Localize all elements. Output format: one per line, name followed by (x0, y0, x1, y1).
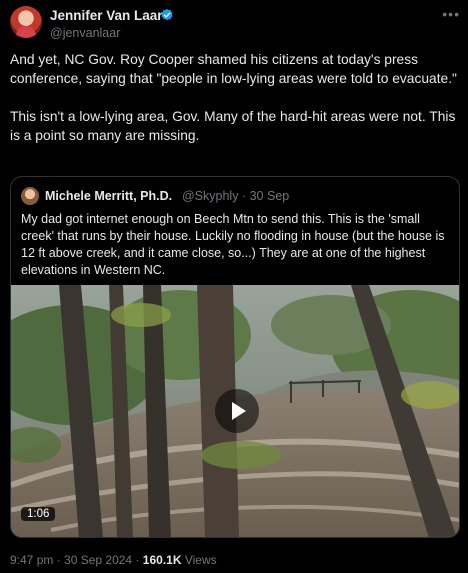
quoted-author-handle: @Skyphly (182, 189, 239, 203)
views-count: 160.1K (142, 553, 182, 567)
tweet-paragraph: And yet, NC Gov. Roy Cooper shamed his c… (10, 52, 457, 86)
video-duration: 1:06 (21, 507, 56, 521)
post-time[interactable]: 9:47 pm (10, 553, 53, 567)
post-date[interactable]: 30 Sep 2024 (64, 553, 132, 567)
quoted-video[interactable]: 1:06 (11, 285, 459, 537)
tweet-paragraph: This isn't a low-lying area, Gov. Many o… (10, 109, 456, 143)
quoted-tweet-text: My dad got internet enough on Beech Mtn … (21, 212, 445, 277)
author-handle[interactable]: @jenvanlaar (50, 26, 120, 40)
author-avatar[interactable] (10, 6, 42, 38)
quoted-author-avatar (21, 187, 39, 205)
play-button[interactable] (215, 389, 259, 433)
tweet: Jennifer Van Laar @jenvanlaar ••• And ye… (0, 0, 468, 573)
tweet-text: And yet, NC Gov. Roy Cooper shamed his c… (10, 50, 460, 145)
author-name[interactable]: Jennifer Van Laar (50, 8, 163, 23)
quoted-meta-separator: · (241, 189, 247, 203)
tweet-footer: 9:47 pm · 30 Sep 2024 · 160.1K Views (10, 553, 217, 567)
views-label: Views (184, 553, 217, 567)
verified-badge-icon (161, 8, 173, 21)
tweet-header: Jennifer Van Laar @jenvanlaar ••• (10, 6, 460, 42)
quoted-tweet-header: Michele Merritt, Ph.D. @Skyphly · 30 Sep (21, 187, 451, 207)
footer-separator: · (56, 553, 61, 567)
quoted-date: 30 Sep (249, 189, 290, 203)
quoted-author-meta: @Skyphly · 30 Sep (182, 189, 289, 203)
quoted-tweet[interactable]: Michele Merritt, Ph.D. @Skyphly · 30 Sep… (10, 176, 460, 538)
footer-separator: · (135, 553, 140, 567)
quoted-author-name: Michele Merritt, Ph.D. (45, 189, 173, 203)
more-options-icon[interactable]: ••• (442, 6, 460, 22)
